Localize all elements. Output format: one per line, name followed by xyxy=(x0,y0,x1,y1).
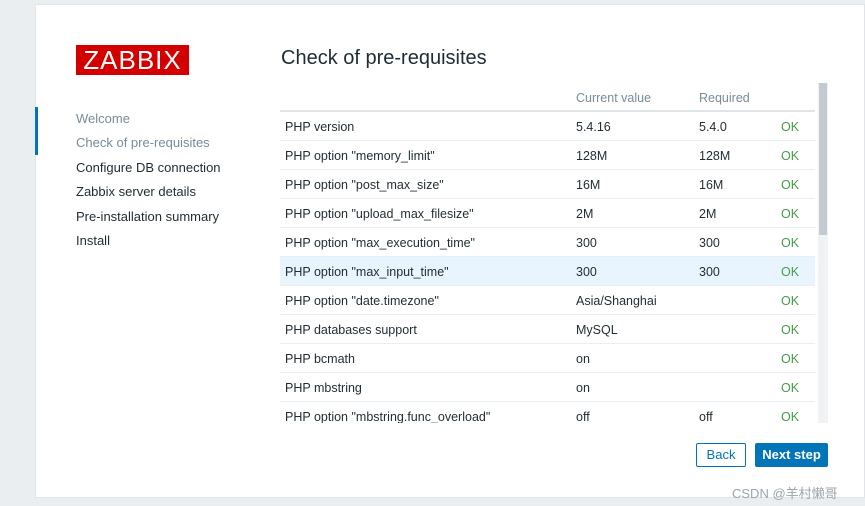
cell-name: PHP databases support xyxy=(285,323,417,337)
cell-required: 5.4.0 xyxy=(699,120,727,134)
cell-result: OK xyxy=(781,236,800,250)
cell-current-value: 128M xyxy=(576,149,608,163)
next-step-button[interactable]: Next step xyxy=(755,443,828,467)
cell-required: 300 xyxy=(699,236,720,250)
step-configure-db[interactable]: Configure DB connection xyxy=(35,156,275,180)
table-row: PHP mbstring on OK xyxy=(280,373,815,402)
cell-result: OK xyxy=(781,207,800,221)
cell-current-value: 300 xyxy=(576,236,597,250)
cell-result: OK xyxy=(781,149,800,163)
cell-result: OK xyxy=(781,178,800,192)
step-install[interactable]: Install xyxy=(35,229,275,253)
page-title: Check of pre-requisites xyxy=(281,47,487,69)
cell-name: PHP option "memory_limit" xyxy=(285,149,435,163)
step-server-details[interactable]: Zabbix server details xyxy=(35,180,275,204)
cell-name: PHP option "date.timezone" xyxy=(285,294,439,308)
cell-current-value: Asia/Shanghai xyxy=(576,294,657,308)
cell-required: off xyxy=(699,410,713,423)
table-row: PHP option "mbstring.func_overload" off of… xyxy=(280,402,815,423)
cell-required: 128M xyxy=(699,149,731,163)
csdn-watermark: CSDN @羊村懒哥 xyxy=(732,486,838,501)
cell-current-value: 5.4.16 xyxy=(576,120,611,134)
cell-current-value: 16M xyxy=(576,178,601,192)
cell-name: PHP option "mbstring.func_overload" xyxy=(285,410,491,423)
cell-name: PHP option "upload_max_filesize" xyxy=(285,207,474,221)
prerequisites-table[interactable]: Current value Required PHP version 5.4.16… xyxy=(280,83,828,423)
header-current-value: Current value xyxy=(576,91,652,105)
cell-result: OK xyxy=(781,323,800,337)
cell-result: OK xyxy=(781,381,800,395)
cell-result: OK xyxy=(781,352,800,366)
cell-required: 300 xyxy=(699,265,720,279)
cell-name: PHP option "max_execution_time" xyxy=(285,236,475,250)
back-button[interactable]: Back xyxy=(696,443,746,467)
table-header: Current value Required xyxy=(280,83,815,112)
table-row: PHP option "max_execution_time" 300 300 OK xyxy=(280,228,815,257)
cell-current-value: MySQL xyxy=(576,323,618,337)
table-row: PHP option "max_input_time" 300 300 OK xyxy=(280,257,815,286)
cell-result: OK xyxy=(781,265,800,279)
cell-current-value: 2M xyxy=(576,207,594,221)
table-row: PHP option "post_max_size" 16M 16M OK xyxy=(280,170,815,199)
setup-steps-nav: Welcome Check of pre-requisites Configur… xyxy=(35,107,275,253)
table-row: PHP option "date.timezone" Asia/Shanghai O… xyxy=(280,286,815,315)
cell-name: PHP mbstring xyxy=(285,381,362,395)
cell-name: PHP option "post_max_size" xyxy=(285,178,444,192)
scrollbar-thumb[interactable] xyxy=(819,83,827,235)
table-row: PHP version 5.4.16 5.4.0 OK xyxy=(280,112,815,141)
cell-result: OK xyxy=(781,120,800,134)
table-row: PHP option "memory_limit" 128M 128M OK xyxy=(280,141,815,170)
header-required: Required xyxy=(699,91,750,105)
cell-current-value: on xyxy=(576,381,590,395)
cell-required: 16M xyxy=(699,178,724,192)
table-row: PHP option "upload_max_filesize" 2M 2M OK xyxy=(280,199,815,228)
cell-name: PHP version xyxy=(285,120,355,134)
table-scrollbar[interactable] xyxy=(818,83,828,423)
table-row: PHP bcmath on OK xyxy=(280,344,815,373)
cell-current-value: off xyxy=(576,410,590,423)
zabbix-logo: ZABBIX xyxy=(76,45,189,75)
cell-current-value: 300 xyxy=(576,265,597,279)
cell-name: PHP option "max_input_time" xyxy=(285,265,449,279)
step-welcome[interactable]: Welcome xyxy=(35,107,275,156)
cell-result: OK xyxy=(781,410,800,423)
table-row: PHP databases support MySQL OK xyxy=(280,315,815,344)
step-check-prerequisites[interactable]: Check of pre-requisites xyxy=(35,131,275,155)
cell-name: PHP bcmath xyxy=(285,352,355,366)
cell-current-value: on xyxy=(576,352,590,366)
cell-result: OK xyxy=(781,294,800,308)
cell-required: 2M xyxy=(699,207,717,221)
step-pre-install-summary[interactable]: Pre-installation summary xyxy=(35,205,275,229)
